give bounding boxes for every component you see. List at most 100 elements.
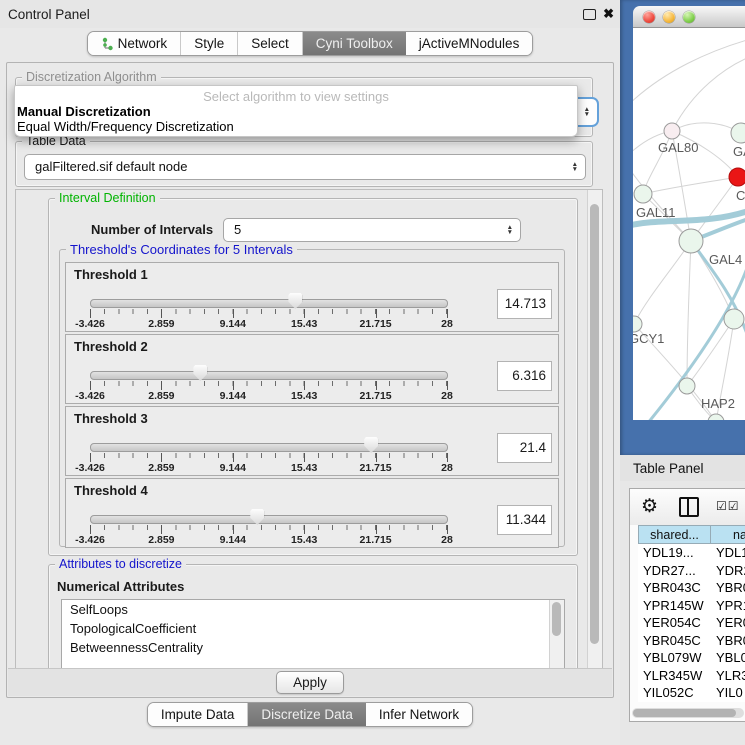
combo-arrows-icon: ▲▼ — [507, 225, 513, 235]
attribute-item[interactable]: SelfLoops — [62, 600, 564, 619]
tab-style[interactable]: Style — [181, 32, 238, 55]
node-label: GAL11 — [636, 205, 676, 220]
list-scrollbar[interactable] — [549, 600, 564, 669]
threshold-value-field[interactable]: 21.4 — [497, 433, 552, 463]
table-row[interactable]: YLR345WYLR3 — [638, 667, 745, 685]
network-node-gal4[interactable] — [679, 229, 703, 253]
network-node[interactable] — [708, 414, 724, 420]
node-label: GCY1 — [633, 331, 664, 346]
table-row[interactable]: YBR045CYBR0 — [638, 632, 745, 650]
table-horizontal-scrollbar[interactable] — [632, 708, 744, 718]
network-node-hap2[interactable] — [679, 378, 695, 394]
column-layout-icon[interactable] — [679, 497, 699, 517]
settings-scroll-viewport: Interval Definition Number of Intervals … — [15, 189, 603, 669]
threshold-title: Threshold 2 — [74, 339, 148, 354]
network-edge[interactable] — [633, 40, 745, 108]
close-traffic-light-icon[interactable] — [643, 11, 655, 23]
select-columns-icon[interactable]: ☑☑ — [716, 499, 740, 513]
table-data-combobox[interactable]: galFiltered.sif default node ▲▼ — [24, 154, 586, 180]
node-label: C — [736, 188, 745, 203]
slider-ticks — [90, 309, 447, 318]
network-edge[interactable] — [687, 319, 734, 386]
network-edge[interactable] — [687, 241, 691, 386]
slider-track[interactable] — [90, 371, 448, 380]
scale-label: 15.43 — [291, 534, 317, 546]
column-header[interactable]: na — [710, 525, 745, 544]
network-node-gcy1[interactable] — [633, 316, 642, 332]
node-table[interactable]: shared...na YDL19...YDL1YDR27...YDR2YBR0… — [638, 525, 745, 707]
table-cell: YBR045C — [638, 632, 709, 650]
numerical-attributes-list[interactable]: SelfLoopsTopologicalCoefficientBetweenne… — [61, 599, 565, 669]
attribute-item[interactable]: BetweennessCentrality — [62, 638, 564, 657]
number-of-intervals-combobox[interactable]: 5 ▲▼ — [223, 218, 521, 242]
tab-impute-data[interactable]: Impute Data — [148, 703, 249, 726]
network-node-gal80[interactable] — [664, 123, 680, 139]
threshold-value-field[interactable]: 14.713 — [497, 289, 552, 319]
zoom-traffic-light-icon[interactable] — [683, 11, 695, 23]
network-node-ga[interactable] — [731, 123, 745, 143]
scale-label: -3.426 — [75, 318, 105, 330]
scale-label: 2.859 — [148, 390, 174, 402]
table-row[interactable]: YBR043CYBR0 — [638, 579, 745, 597]
slider-ticks — [90, 381, 447, 390]
threshold-title: Threshold 4 — [74, 483, 148, 498]
tab-discretize-data[interactable]: Discretize Data — [248, 703, 366, 726]
tab-jactivemnodules[interactable]: jActiveMNodules — [406, 32, 533, 55]
float-panel-icon[interactable] — [583, 9, 596, 20]
apply-button[interactable]: Apply — [276, 671, 344, 694]
attributes-group: Attributes to discretize Numerical Attri… — [48, 564, 578, 669]
table-row[interactable]: YIL052CYIL0 — [638, 684, 745, 702]
table-cell: YDL19... — [638, 544, 709, 562]
gear-icon[interactable]: ⚙ — [641, 495, 658, 518]
scale-label: 28 — [441, 462, 453, 474]
threshold-value-field[interactable]: 6.316 — [497, 361, 552, 391]
node-label: GA — [733, 144, 745, 159]
slider-scale-labels: -3.4262.8599.14415.4321.71528 — [90, 318, 447, 330]
close-icon[interactable]: ✖ — [603, 6, 614, 22]
tab-label: Style — [194, 36, 224, 51]
scale-label: 15.43 — [291, 390, 317, 402]
dropdown-placeholder-item[interactable]: Select algorithm to view settings — [15, 89, 577, 104]
table-row[interactable]: YER054CYER0 — [638, 614, 745, 632]
threshold-title: Threshold 3 — [74, 411, 148, 426]
threshold-panel-3: Threshold 3-3.4262.8599.14415.4321.71528… — [65, 406, 559, 476]
slider-track[interactable] — [90, 299, 448, 308]
network-edge[interactable] — [643, 177, 738, 194]
settings-scrollbar[interactable] — [587, 190, 602, 668]
dropdown-option-manual[interactable]: Manual Discretization — [15, 104, 577, 119]
table-cell: YLR345W — [638, 667, 709, 685]
scrollbar-thumb[interactable] — [590, 204, 599, 644]
scrollbar-thumb[interactable] — [633, 709, 736, 717]
attribute-item[interactable]: TopologicalCoefficient — [62, 619, 564, 638]
tab-network[interactable]: Network — [88, 32, 182, 55]
slider-ticks — [90, 525, 447, 534]
table-cell: YER0 — [709, 614, 745, 632]
top-tab-bar: Network Style SelectCyni ToolboxjActiveMNo… — [0, 31, 620, 56]
tab-cyni-toolbox[interactable]: Cyni Toolbox — [303, 32, 406, 55]
table-row[interactable]: YDL19...YDL1 — [638, 544, 745, 562]
slider-track[interactable] — [90, 515, 448, 524]
table-cell: YDL1 — [709, 544, 745, 562]
interval-definition-group: Interval Definition Number of Intervals … — [48, 198, 578, 556]
network-node-h[interactable] — [724, 309, 744, 329]
minimize-traffic-light-icon[interactable] — [663, 11, 675, 23]
table-row[interactable]: YDR27...YDR2 — [638, 562, 745, 580]
dropdown-option-equal-width[interactable]: Equal Width/Frequency Discretization — [15, 119, 577, 134]
column-header[interactable]: shared... — [638, 525, 710, 544]
threshold-value-field[interactable]: 11.344 — [497, 505, 552, 535]
network-window-titlebar[interactable] — [633, 6, 745, 28]
network-edge[interactable] — [634, 241, 691, 324]
network-node-c[interactable] — [729, 168, 745, 186]
table-cell: YBR043C — [638, 579, 709, 597]
tab-select[interactable]: Select — [238, 32, 303, 55]
group-label: Attributes to discretize — [55, 557, 186, 571]
slider-track[interactable] — [90, 443, 448, 452]
table-row[interactable]: YBL079WYBL0 — [638, 649, 745, 667]
network-node-gal11[interactable] — [634, 185, 652, 203]
tab-infer-network[interactable]: Infer Network — [366, 703, 472, 726]
table-row[interactable]: YPR145WYPR1 — [638, 597, 745, 615]
table-cell: YBR0 — [709, 632, 745, 650]
network-canvas[interactable]: GAL80GACGAL11GAL4GCY1HHAP2 — [633, 28, 745, 420]
scale-label: 28 — [441, 318, 453, 330]
network-edge[interactable] — [672, 58, 745, 131]
